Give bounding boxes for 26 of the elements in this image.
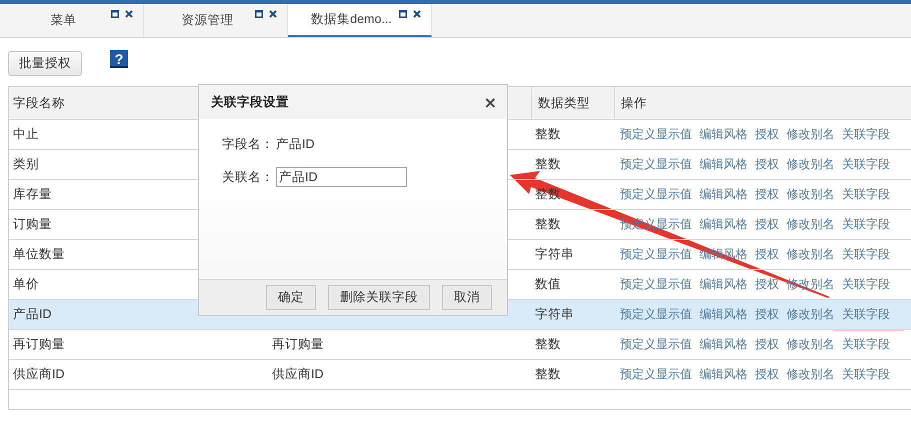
table-cell: 产品ID (13, 306, 52, 323)
field-label: 关联名： (222, 168, 274, 186)
table-cell: 中止 (13, 126, 39, 143)
column-header: 数据类型 (538, 94, 590, 112)
table-cell: 数值 (535, 276, 561, 293)
table-cell: 订购量 (13, 216, 52, 233)
table-cell: 再订购量 (13, 336, 65, 353)
table-cell: 字符串 (535, 246, 574, 263)
field-label: 字段名： (222, 136, 274, 152)
table-cell: 单位数量 (13, 246, 65, 263)
column-header: 操作 (621, 94, 647, 112)
table-cell: 供应商ID (13, 366, 64, 383)
table-cell: 整数 (535, 126, 561, 143)
table-cell: 单价 (13, 276, 39, 293)
table-cell: 供应商ID (272, 366, 324, 383)
table-cell: 整数 (535, 366, 561, 383)
table-cell: 字符串 (535, 306, 574, 323)
table-cell: 再订购量 (272, 336, 324, 353)
field-value: 产品ID (276, 136, 314, 152)
table-cell: 类别 (13, 156, 39, 173)
table-cell: 整数 (535, 216, 561, 233)
table-cell: 整数 (535, 156, 561, 173)
dialog-title: 关联字段设置 (211, 94, 289, 110)
column-header: 字段名称 (13, 94, 65, 112)
table-cell: 整数 (535, 336, 561, 353)
table-cell: 库存量 (13, 186, 52, 203)
